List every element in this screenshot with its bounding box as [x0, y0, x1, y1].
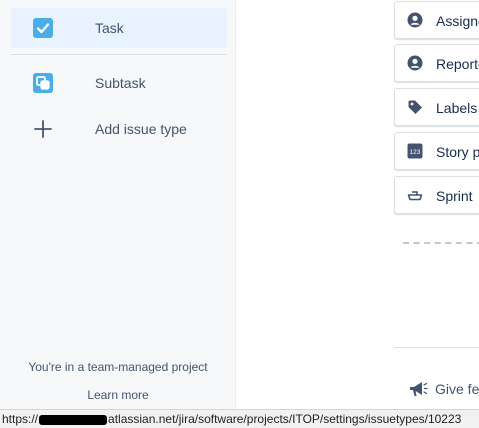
status-url-suffix: atlassian.net/jira/software/projects/ITO… [108, 412, 462, 426]
person-icon [407, 55, 423, 71]
sidebar-divider [11, 54, 227, 55]
field-label: Reporte [436, 56, 479, 72]
field-label: Story p [436, 144, 479, 160]
learn-more-link[interactable]: Learn more [0, 388, 236, 402]
field-label: Labels [436, 100, 478, 116]
sprint-icon [407, 191, 423, 201]
status-url-prefix: https:// [2, 412, 39, 426]
drop-zone-divider [403, 242, 479, 244]
task-checkbox-icon [33, 18, 53, 38]
browser-status-url: https:// atlassian.net/jira/software/proj… [0, 409, 479, 428]
story-points-icon: 123 [407, 143, 423, 159]
issue-types-sidebar: Task Subtask Add issue type You're in a … [0, 0, 236, 428]
sidebar-item-label: Add issue type [95, 121, 187, 137]
feedback-label: Give fee [435, 381, 479, 397]
subtask-icon [33, 73, 53, 93]
person-icon [407, 12, 423, 28]
field-card-assignee[interactable]: Assigne [394, 1, 479, 39]
field-card-sprint[interactable]: Sprint [394, 176, 479, 214]
tag-icon [408, 100, 422, 114]
plus-icon [34, 120, 52, 138]
field-card-reporter[interactable]: Reporte [394, 44, 479, 82]
megaphone-icon [410, 382, 428, 396]
sidebar-item-label: Subtask [95, 75, 146, 91]
field-card-story-points[interactable]: 123 Story p [394, 132, 479, 170]
story-points-icon-text: 123 [410, 149, 421, 156]
field-label: Sprint [436, 188, 473, 204]
add-issue-type-button[interactable]: Add issue type [11, 109, 227, 149]
team-managed-notice: You're in a team-managed project [28, 360, 208, 374]
field-label: Assigne [436, 13, 479, 29]
panel-divider [394, 347, 479, 348]
sidebar-item-task[interactable]: Task [11, 8, 227, 48]
sidebar-item-label: Task [95, 20, 124, 36]
redacted-domain [39, 414, 108, 425]
sidebar-item-subtask[interactable]: Subtask [11, 63, 227, 103]
field-card-labels[interactable]: Labels [394, 88, 479, 126]
